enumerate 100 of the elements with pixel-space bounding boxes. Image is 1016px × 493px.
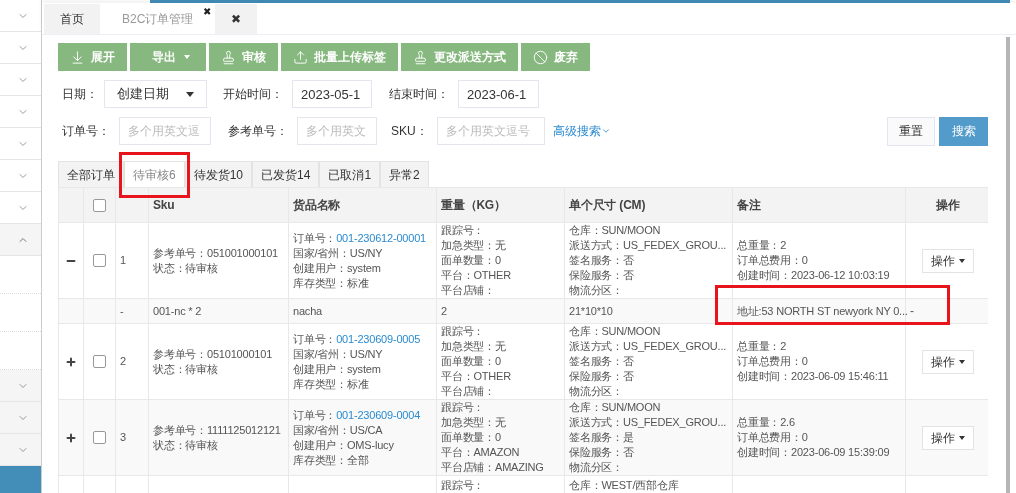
sidebar-item[interactable]: [0, 466, 41, 493]
row-checkbox[interactable]: [93, 254, 106, 267]
shipping-detail: 平台：OTHER: [441, 369, 512, 384]
warehouse-detail: 仓库：SUN/MOON: [569, 400, 662, 415]
page-tab[interactable]: ✖: [215, 4, 258, 34]
shipping-detail: 面单数量：0: [441, 430, 502, 445]
row-number: 3: [120, 430, 126, 445]
action-dropdown[interactable]: 操作: [921, 248, 974, 273]
goods-detail: 库存类型：标准: [293, 376, 370, 392]
field-label: 参考单号：: [228, 123, 288, 140]
caret-icon: [958, 258, 965, 263]
shipping-detail: 跟踪号：: [441, 324, 486, 339]
field-label: SKU：: [391, 123, 428, 140]
remark-detail: 创建时间：2023-06-12 10:03:19: [737, 268, 891, 283]
start-date-field[interactable]: 2023-05-1: [292, 80, 372, 108]
item-weight: 2: [441, 303, 447, 319]
sku-detail: 状态：待审核: [153, 260, 219, 276]
column-header: 备注: [737, 197, 761, 213]
warehouse-detail: 物流分区：: [569, 460, 624, 475]
reference-number-field[interactable]: 多个用英文: [297, 117, 377, 145]
shipping-detail: 平台店铺：: [441, 384, 496, 399]
item-sku: 001-nc * 2: [153, 303, 202, 319]
goods-detail: 库存类型：全部: [293, 452, 370, 468]
warehouse-detail: 签名服务：是: [569, 430, 635, 445]
order-link[interactable]: 001-230612-00001: [336, 231, 426, 244]
end-date-field[interactable]: 2023-06-1: [458, 80, 539, 108]
remark-detail: 订单总费用：0: [737, 430, 809, 445]
goods-detail: 库存类型：标准: [293, 275, 370, 291]
advanced-search-link[interactable]: 高级搜索: [552, 122, 611, 140]
status-tab[interactable]: 异常2: [381, 162, 428, 187]
reset-button[interactable]: 重置: [887, 116, 935, 146]
column-header: 单个尺寸 (CM): [569, 197, 646, 213]
expand-icon[interactable]: [65, 431, 77, 444]
shipping-detail: 面单数量：0: [441, 354, 502, 369]
select-all-checkbox[interactable]: [93, 198, 106, 212]
download-icon: [70, 49, 85, 65]
sku-field[interactable]: 多个用英文逗号: [436, 117, 545, 145]
shipping-detail: 加急类型：无: [441, 339, 507, 354]
item-name: nacha: [293, 303, 322, 319]
row-checkbox[interactable]: [93, 431, 106, 444]
date-type-select[interactable]: 创建日期: [104, 80, 207, 108]
close-icon[interactable]: ✖: [203, 4, 212, 19]
shipping-detail: 平台：OTHER: [441, 268, 512, 283]
warehouse-detail: 仓库：SUN/MOON: [569, 223, 662, 238]
remark-detail: 订单总费用：0: [737, 253, 809, 268]
warehouse-detail: 保险服务：否: [569, 268, 635, 283]
column-header: 操作: [935, 197, 960, 214]
sidebar-item[interactable]: [0, 224, 41, 256]
row-number: 1: [120, 253, 126, 268]
action-dropdown[interactable]: 操作: [921, 425, 974, 450]
field-label: 开始时间：: [223, 86, 283, 103]
caret-icon: [184, 55, 190, 59]
sku-detail: 参考单号：05101000101: [153, 346, 274, 362]
sku-detail: 状态：待审核: [153, 437, 219, 453]
stamp-icon: [221, 49, 236, 65]
order-link[interactable]: 001-230609-0005: [336, 332, 421, 345]
shipping-detail: 面单数量：0: [441, 253, 502, 268]
ban-icon: [533, 49, 548, 65]
chevron-down-icon: [600, 126, 611, 136]
shipping-detail: 平台：AMAZON: [441, 445, 521, 460]
goods-detail: 国家/省州：US/NY: [293, 346, 384, 362]
column-header: Sku: [153, 197, 175, 213]
action-dropdown[interactable]: 操作: [921, 349, 974, 374]
sku-detail: 参考单号：1111125012121: [153, 422, 282, 438]
goods-detail: 国家/省州：US/NY: [293, 245, 384, 261]
stamp-icon: [413, 49, 428, 65]
remark-detail: 创建时间：2023-06-09 15:39:09: [737, 445, 891, 460]
sidebar-item[interactable]: [0, 402, 41, 434]
warehouse-detail: 仓库：WEST/西部仓库: [569, 478, 680, 493]
remark-detail: 订单总费用：0: [737, 354, 809, 369]
status-tab[interactable]: 已取消1: [320, 162, 380, 187]
field-label: 结束时间：: [389, 86, 449, 103]
expand-icon[interactable]: [65, 355, 77, 368]
remark-detail: 总重量：2: [737, 238, 788, 253]
field-label: 订单号：: [293, 231, 337, 244]
status-tab[interactable]: 全部订单: [59, 162, 123, 187]
sidebar-item[interactable]: [0, 370, 41, 402]
item-marker: -: [120, 303, 124, 319]
sidebar-item[interactable]: [0, 434, 41, 466]
column-header: 重量（KG）: [441, 197, 506, 213]
warehouse-detail: 派送方式：US_FEDEX_GROU...: [569, 339, 728, 354]
order-number-field[interactable]: 多个用英文逗: [119, 117, 211, 145]
page-tab[interactable]: 首页: [44, 4, 100, 34]
scrollbar[interactable]: [1006, 37, 1010, 493]
shipping-detail: 平台店铺：: [441, 283, 496, 298]
shipping-detail: 加急类型：无: [441, 238, 507, 253]
warehouse-detail: 物流分区：: [569, 283, 624, 298]
status-tab[interactable]: 待发货10: [185, 162, 252, 187]
warehouse-detail: 派送方式：US_FEDEX_GROU...: [569, 238, 728, 253]
caret-icon: [958, 435, 965, 440]
warehouse-detail: 仓库：SUN/MOON: [569, 324, 662, 339]
goods-detail: 国家/省州：US/CA: [293, 422, 384, 438]
shipping-detail: 跟踪号：: [441, 478, 486, 493]
warehouse-detail: 签名服务：否: [569, 253, 635, 268]
column-header: 货品名称: [293, 197, 341, 213]
row-checkbox[interactable]: [93, 355, 106, 368]
order-link[interactable]: 001-230609-0004: [336, 408, 421, 421]
warehouse-detail: 派送方式：US_FEDEX_GROU...: [569, 415, 728, 430]
goods-detail: 创建用户：OMS-lucy: [293, 437, 395, 453]
status-tab[interactable]: 已发货14: [253, 162, 319, 187]
